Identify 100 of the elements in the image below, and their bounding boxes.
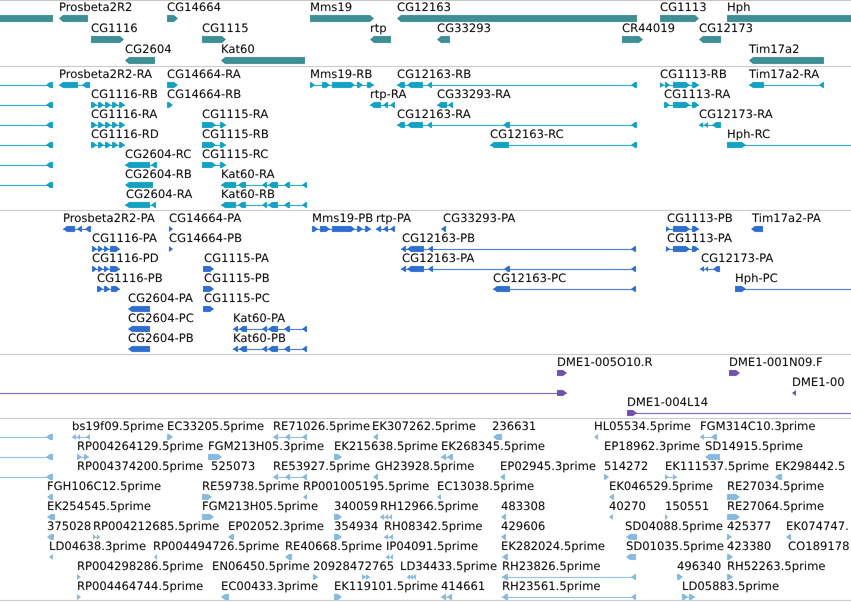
feature-label: rtp (370, 22, 387, 35)
feature-label: Prosbeta2R2-RA (59, 68, 152, 81)
feature-label: 236631 (492, 420, 536, 433)
feature-label: EK307262.5prime (372, 420, 476, 433)
feature-label: EK046529.5prime (609, 480, 714, 493)
feature-label: CG1116-PB (97, 272, 163, 285)
feature-label: Tim17a2 (749, 43, 800, 56)
feature-label: CG1113-RB (660, 68, 727, 81)
feature-label: Kat60-PA (233, 312, 286, 325)
feature-label: RP001005195.5prime (303, 480, 430, 493)
feature-label: FGH106C12.5prime (47, 480, 162, 493)
feature-label: Tim17a2-PA (752, 212, 821, 225)
feature-label: GH23928.5prime (375, 460, 474, 473)
feature-label: RH12966.5prime (380, 500, 478, 513)
feature-label: 40270 (609, 500, 646, 513)
feature-label: Mms19 (310, 1, 352, 14)
feature-label: CG1116-RD (91, 128, 159, 141)
feature-label: CG1115-RB (202, 128, 269, 141)
feature-label: CG33293-PA (443, 212, 516, 225)
feature-label: RP004298286.5prime (77, 560, 204, 573)
feature-label: CG14664-PB (169, 232, 242, 245)
feature-label: CG1113-PB (667, 212, 733, 225)
feature-label: RH23561.5prime (502, 580, 600, 593)
feature-label: CG12163-PC (493, 272, 566, 285)
feature-label: CG1113-PA (667, 232, 732, 245)
feature-label: CG14664 (167, 1, 221, 14)
feature-label: CG14664-RA (167, 68, 241, 81)
feature-label: CG1115-PA (204, 252, 269, 265)
feature-label: CG1116-PD (92, 252, 159, 265)
feature-label: Kat60-PB (233, 332, 286, 345)
feature-label: EC33205.5prime (167, 420, 264, 433)
feature-label: 375028 (47, 520, 92, 533)
feature-label: EK119101.5prime (334, 580, 438, 593)
feature-label: RP004374200.5prime (77, 460, 204, 473)
feature-label: LD34433.5prime (400, 560, 498, 573)
feature-label: CG1115-RA (202, 108, 268, 121)
feature-label: EK298442.5 (775, 460, 846, 473)
feature-label: EC13038.5prime (437, 480, 534, 493)
feature-label: CG2604-PA (128, 292, 193, 305)
feature-label: bs19f09.5prime (72, 420, 164, 433)
feature-label: Hph-RC (727, 128, 770, 141)
feature-label: RH52263.5prime (727, 560, 826, 573)
feature-label: IP04091.5prime (386, 540, 478, 553)
feature-label: RE40668.5prime (285, 540, 382, 553)
feature-label: RE53927.5prime (273, 460, 370, 473)
feature-label: CG1115 (202, 22, 249, 35)
feature-label: CG2604-RA (126, 188, 192, 201)
feature-label: RP004212685.5prime (93, 520, 220, 533)
feature-label: Prosbeta2R2 (59, 1, 132, 14)
feature-label: Hph (727, 1, 750, 14)
feature-label: CG1116-RA (91, 108, 158, 121)
feature-label: SD14915.5prime (705, 440, 804, 453)
feature-label: CG12163-PA (402, 252, 474, 265)
feature-label: Kat60 (221, 43, 255, 56)
feature-label: CG2604-RB (125, 168, 192, 181)
feature-label: SD04088.5prime (625, 520, 724, 533)
feature-label: 525073 (211, 460, 256, 473)
feature-label: Kat60-RA (221, 168, 275, 181)
feature-label: RE59738.5prime (202, 480, 300, 493)
feature-label: rtp-PA (376, 212, 412, 225)
feature-label: rtp-RA (370, 88, 406, 101)
feature-label: CG12163-RC (490, 128, 564, 141)
feature-label: HL05534.5prime (594, 420, 691, 433)
feature-label: CG33293-RA (437, 88, 511, 101)
feature-label: CG2604-PC (128, 312, 194, 325)
feature-label: 483308 (501, 500, 546, 513)
feature-label: EP02945.3prime (500, 460, 596, 473)
feature-label: Mms19-PB (312, 212, 374, 225)
feature-label: 150551 (665, 500, 710, 513)
feature-label: RE27064.5prime (727, 500, 824, 513)
feature-label: CG1113 (660, 1, 707, 14)
feature-label: Tim17a2-RA (749, 68, 820, 81)
feature-label: CG1115-PC (204, 292, 270, 305)
feature-label: CG12173-RA (699, 108, 773, 121)
feature-label: LD05883.5prime (682, 580, 780, 593)
feature-label: RP004464744.5prime (77, 580, 204, 593)
feature-label: EK074747. (786, 520, 849, 533)
feature-label: CG1116-PA (92, 232, 157, 245)
feature-label: Kat60-RB (221, 188, 275, 201)
feature-label: CG1115-RC (202, 148, 268, 161)
feature-label: EP02052.3prime (228, 520, 324, 533)
feature-label: LD04638.3prime (49, 540, 146, 553)
feature-label: EK268345.5prime (441, 440, 546, 453)
feature-label: CG12163-RA (397, 108, 471, 121)
feature-label: CG12163 (397, 1, 451, 14)
feature-label: RP004264129.5prime (77, 440, 204, 453)
feature-label: RH08342.5prime (384, 520, 482, 533)
feature-label: 514272 (604, 460, 648, 473)
feature-label: EC00433.3prime (221, 580, 318, 593)
feature-label: CR44019 (622, 22, 676, 35)
feature-label: CG14664-RB (167, 88, 242, 101)
feature-label: FGM213H05.5prime (202, 500, 318, 513)
feature-label: RH23826.5prime (502, 560, 600, 573)
feature-label: 425377 (727, 520, 772, 533)
feature-label: CG33293 (437, 22, 491, 35)
feature-label: 496340 (677, 560, 722, 573)
feature-label: CG1116 (91, 22, 138, 35)
feature-label: EK254545.5prime (47, 500, 152, 513)
feature-label: 340059 (334, 500, 378, 513)
feature-label: CG2604 (125, 43, 172, 56)
